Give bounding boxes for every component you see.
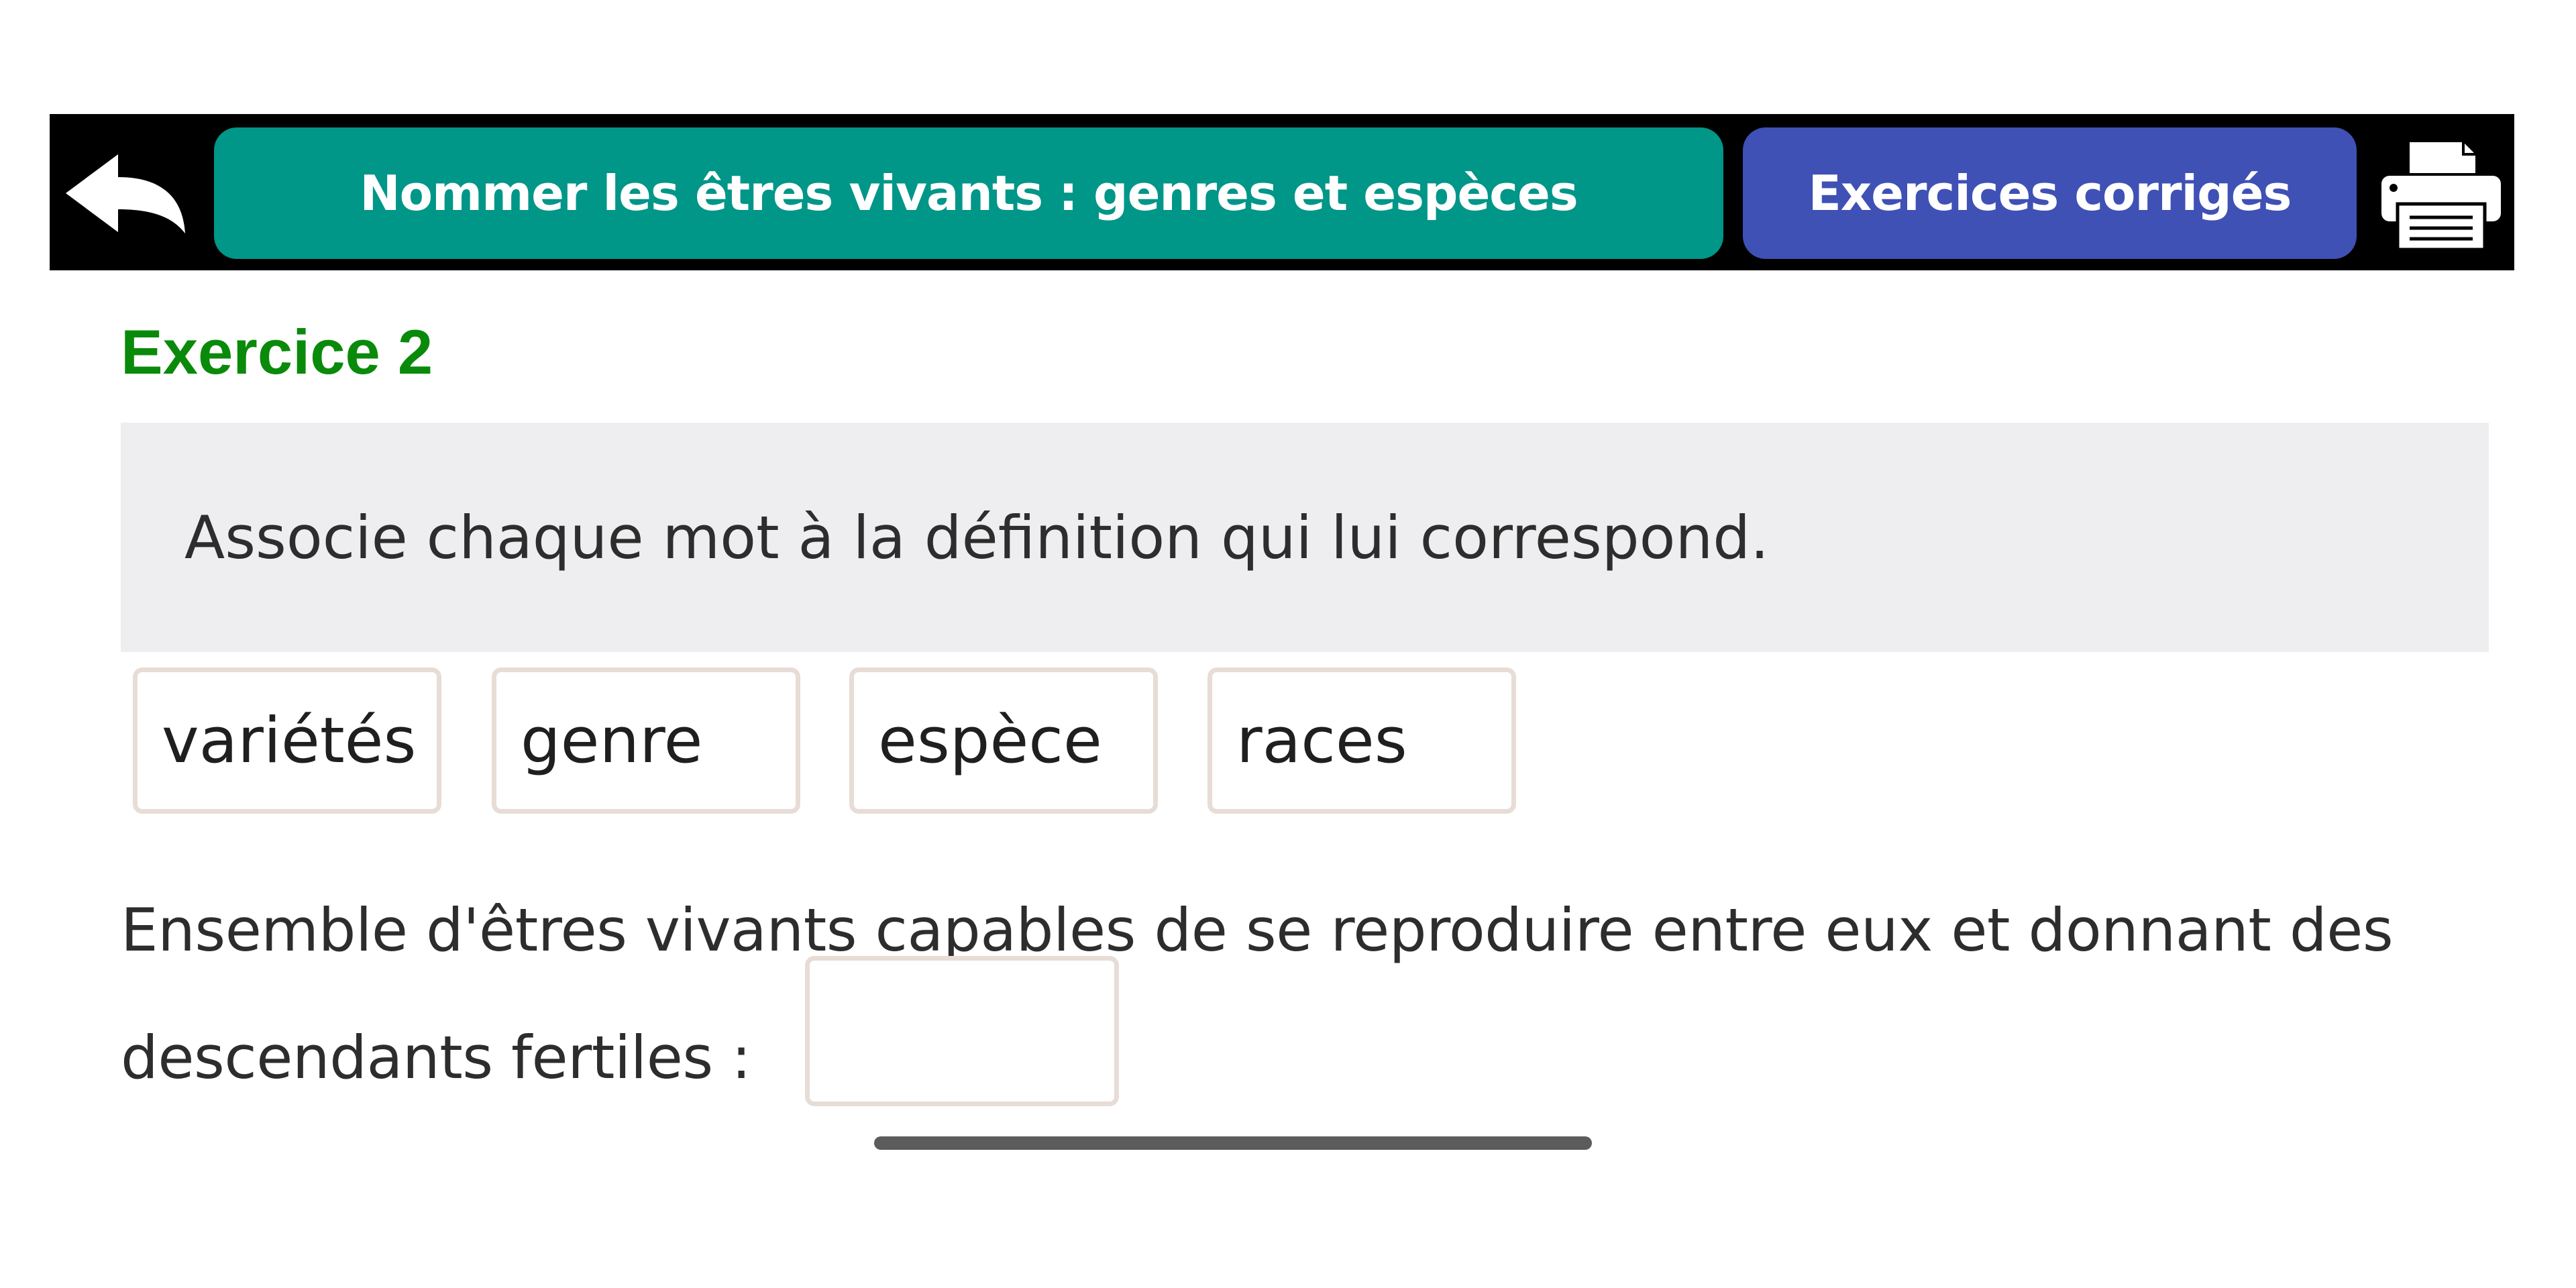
word-tile-varietes[interactable]: variétés bbox=[133, 667, 441, 814]
corrected-exercises-button[interactable]: Exercices corrigés bbox=[1743, 127, 2357, 259]
lesson-title: Nommer les êtres vivants : genres et esp… bbox=[360, 165, 1578, 221]
corrected-exercises-label: Exercices corrigés bbox=[1808, 165, 2292, 221]
word-tile-races[interactable]: races bbox=[1208, 667, 1516, 814]
definition-text: Ensemble d'êtres vivants capables de se … bbox=[121, 867, 2502, 1122]
back-arrow-icon bbox=[66, 154, 185, 233]
instruction-text: Associe chaque mot à la définition qui l… bbox=[184, 502, 1770, 572]
exercise-title: Exercice 2 bbox=[121, 317, 433, 387]
home-indicator[interactable] bbox=[874, 1136, 1592, 1150]
word-tile-espece[interactable]: espèce bbox=[849, 667, 1158, 814]
instruction-box: Associe chaque mot à la définition qui l… bbox=[121, 423, 2489, 652]
print-button[interactable] bbox=[2377, 138, 2505, 252]
page: Nommer les êtres vivants : genres et esp… bbox=[0, 0, 2576, 1288]
printer-icon bbox=[2381, 142, 2501, 252]
definition-line-1: Ensemble d'êtres vivants capables de se … bbox=[121, 896, 2394, 965]
back-button[interactable] bbox=[63, 152, 191, 239]
answer-drop-box[interactable] bbox=[805, 956, 1119, 1106]
header-bar: Nommer les êtres vivants : genres et esp… bbox=[50, 114, 2514, 270]
definition-line-2: descendants fertiles : bbox=[121, 1023, 751, 1092]
lesson-title-button[interactable]: Nommer les êtres vivants : genres et esp… bbox=[214, 127, 1723, 259]
word-tile-genre[interactable]: genre bbox=[492, 667, 800, 814]
